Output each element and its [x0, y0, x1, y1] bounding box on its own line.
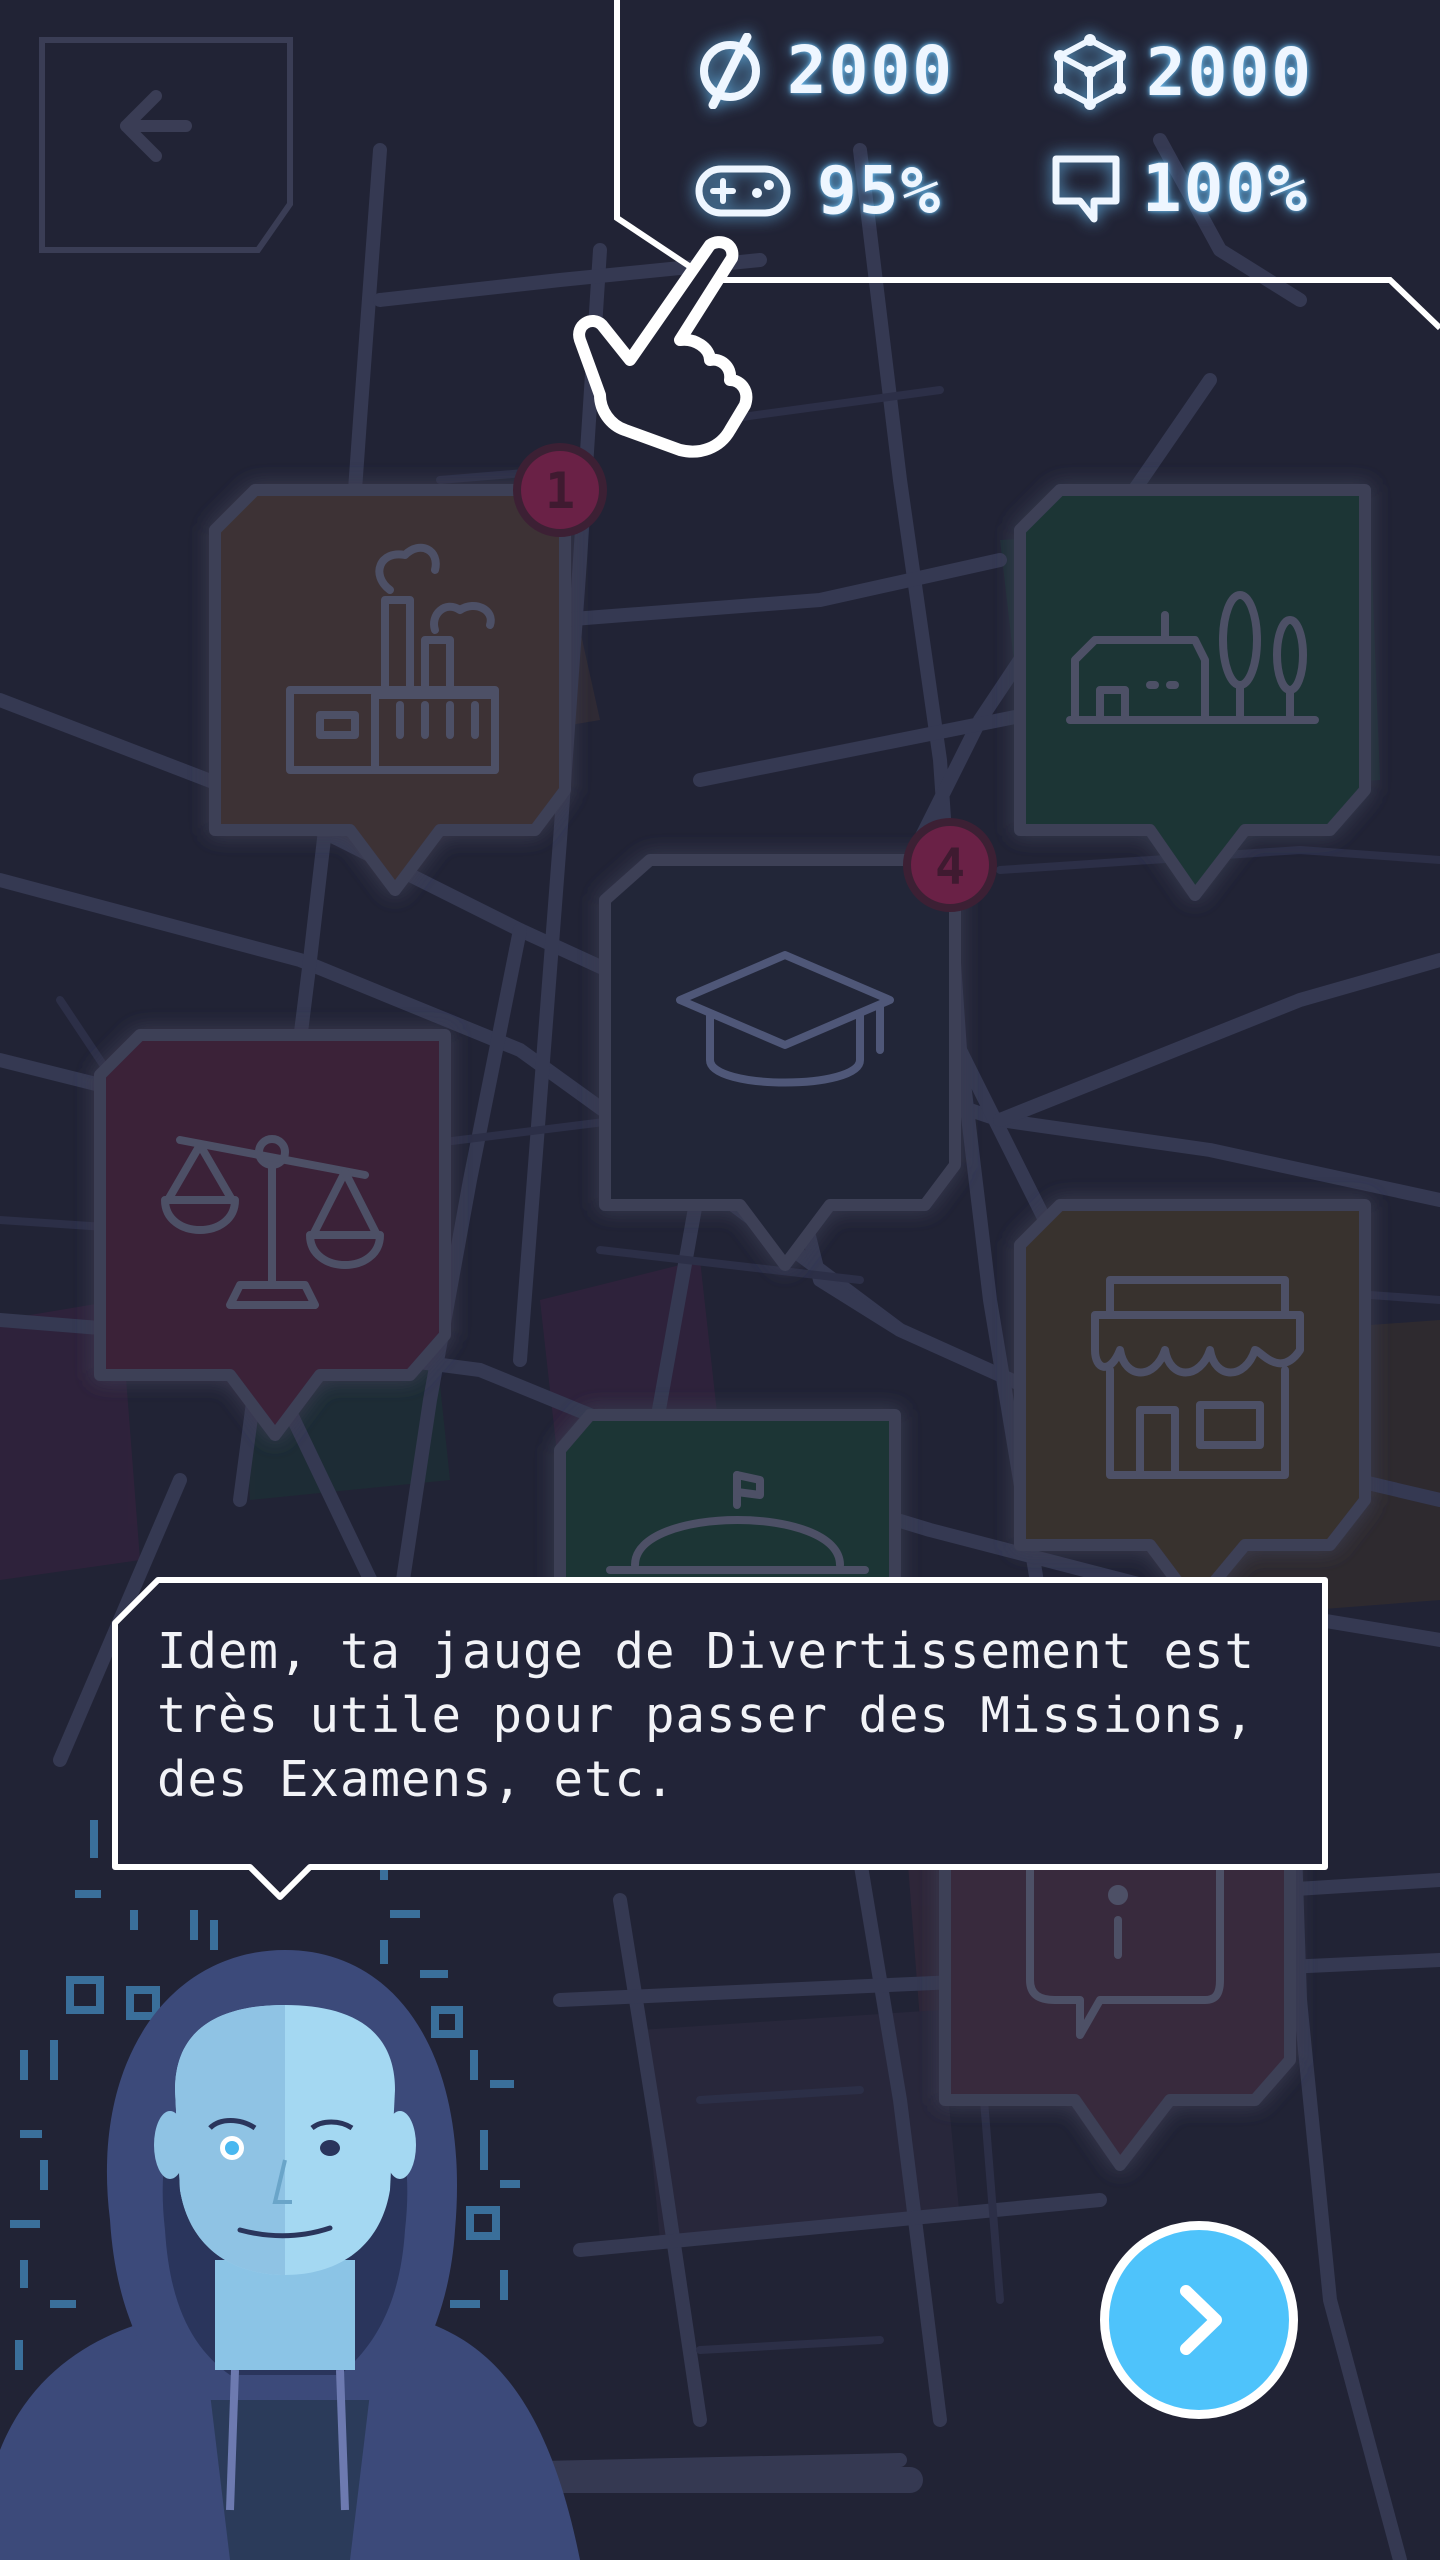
dialog-text: Idem, ta jauge de Divertissement est trè…: [157, 1623, 1256, 1808]
social-stat: 100%: [1050, 150, 1309, 227]
school-pin[interactable]: [599, 854, 961, 1271]
credits-icon: [700, 32, 760, 109]
hacker-avatar: [0, 1950, 580, 2560]
entertainment-value: 95%: [817, 152, 943, 229]
svg-text:4: 4: [935, 838, 965, 896]
data-cube-value: 2000: [1146, 33, 1313, 111]
credits-value: 2000: [787, 32, 954, 109]
chat-bubble-icon: [1052, 155, 1120, 222]
shop-pin[interactable]: [1014, 1199, 1371, 1611]
social-value: 100%: [1142, 150, 1309, 227]
svg-text:1: 1: [545, 462, 575, 520]
entertainment-stat: 95%: [695, 152, 942, 229]
next-button[interactable]: [1100, 2221, 1298, 2419]
game-screen: 1 4 2000 2000 95% 100% Idem, ta jauge de…: [0, 0, 1440, 2560]
data-cube-icon: [1054, 34, 1126, 110]
gamepad-icon: [695, 165, 791, 216]
credits-stat: 2000: [695, 32, 954, 109]
school-badge: 4: [903, 818, 997, 912]
data-cube-stat: 2000: [1050, 32, 1313, 112]
pointing-hand-icon: [573, 236, 753, 458]
chevron-right-icon: [1180, 2285, 1222, 2355]
